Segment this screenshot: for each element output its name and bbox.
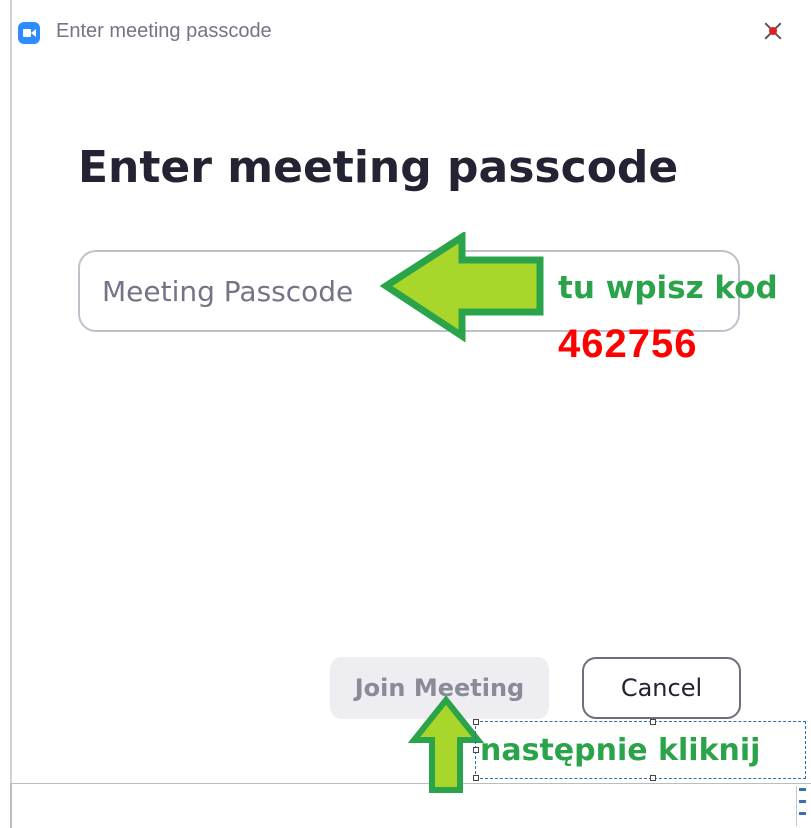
zoom-camera-icon <box>18 22 40 44</box>
annotation-arrow-left-icon <box>380 232 544 342</box>
annotation-passcode-code: 462756 <box>558 322 698 366</box>
annotation-input-hint: tu wpisz kod <box>558 270 778 306</box>
window-title: Enter meeting passcode <box>56 20 272 42</box>
annotation-button-hint: następnie kliknij <box>480 733 761 768</box>
page-title: Enter meeting passcode <box>78 142 679 193</box>
close-icon[interactable] <box>760 18 786 44</box>
background-window-edge <box>10 784 12 828</box>
background-scrollbar <box>796 786 809 826</box>
cancel-button[interactable]: Cancel <box>582 657 741 719</box>
